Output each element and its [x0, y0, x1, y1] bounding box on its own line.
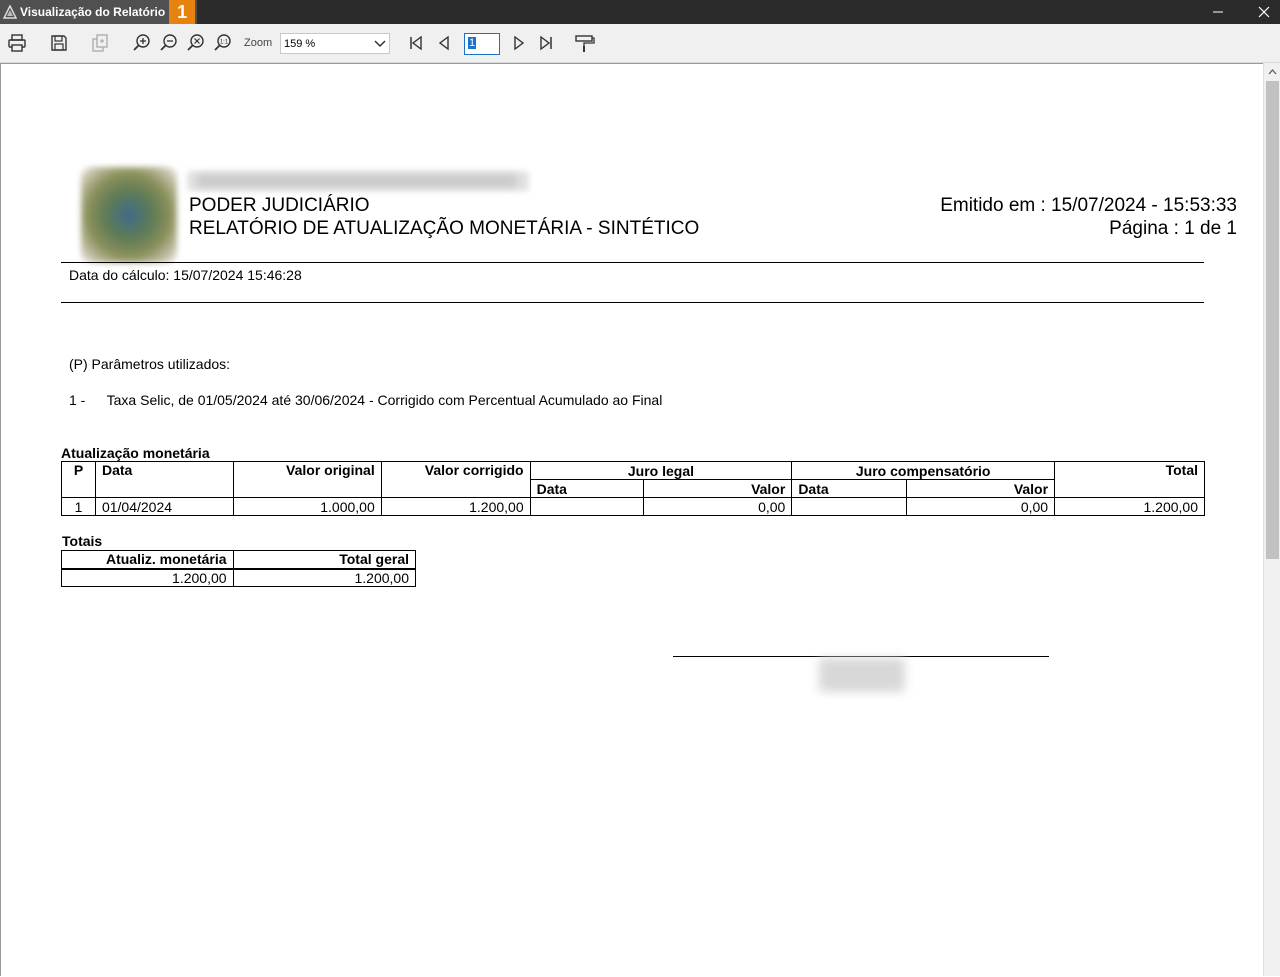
export-icon [92, 34, 108, 52]
print-button[interactable] [5, 31, 29, 55]
totais-title: Totais [62, 533, 103, 549]
window-title: Visualização do Relatório [20, 5, 166, 19]
vertical-scrollbar[interactable] [1263, 63, 1280, 976]
toolbar: 1:1 Zoom 159 % 1 [0, 24, 1280, 63]
col-header-p: P [61, 461, 96, 498]
title-badge: 1 [169, 0, 196, 24]
report-viewport[interactable]: PODER JUDICIÁRIO RELATÓRIO DE ATUALIZAÇÃ… [0, 63, 1264, 976]
report-emitted: Emitido em : 15/07/2024 - 15:53:33 [940, 195, 1237, 216]
page-number-input[interactable]: 1 [464, 33, 500, 55]
printer-icon [8, 34, 26, 52]
page-setup-button[interactable] [573, 31, 597, 55]
atualizacao-table: P Data Valor original Valor corrigido Ju… [61, 461, 1205, 516]
zoom-fit-icon [187, 34, 204, 51]
save-button[interactable] [47, 31, 71, 55]
last-page-icon [540, 35, 552, 51]
col-header-jc-valor: Valor [906, 479, 1056, 498]
cell-jl-data [529, 497, 645, 516]
close-button[interactable] [1248, 0, 1280, 24]
minimize-button[interactable] [1202, 0, 1234, 24]
title-bar: Visualização do Relatório 1 [0, 0, 1280, 24]
cell-jl-valor: 0,00 [643, 497, 793, 516]
svg-text:1:1: 1:1 [220, 40, 229, 46]
col-header-valor-original: Valor original [232, 461, 382, 498]
redacted-signature [819, 658, 905, 692]
chevron-down-icon[interactable] [371, 34, 389, 53]
zoom-out-icon [160, 34, 177, 51]
zoom-100-icon: 1:1 [214, 34, 231, 51]
zoom-select[interactable]: 159 % [280, 33, 390, 54]
col-header-data: Data [94, 461, 234, 498]
close-icon [1258, 6, 1270, 18]
paint-roller-icon [575, 35, 595, 52]
scroll-up-arrow-icon[interactable] [1264, 63, 1280, 80]
col-header-total: Total [1054, 461, 1205, 498]
table-row: 1 01/04/2024 1.000,00 1.200,00 0,00 0,00… [61, 497, 1205, 516]
params-title: (P) Parâmetros utilizados: [69, 356, 231, 372]
col-header-atualiz: Atualiz. monetária [61, 550, 234, 570]
signature-line [673, 656, 1049, 657]
totais-header-row: Atualiz. monetária Total geral [61, 550, 417, 570]
totais-row: 1.200,00 1.200,00 [61, 568, 417, 587]
export-button[interactable] [88, 31, 112, 55]
col-header-jc-data: Data [791, 479, 908, 498]
header-divider [61, 262, 1204, 263]
param-text: Taxa Selic, de 01/05/2024 até 30/06/2024… [106, 392, 663, 408]
cell-jc-valor: 0,00 [906, 497, 1056, 516]
param-number: 1 - [69, 392, 86, 408]
last-page-button[interactable] [534, 31, 558, 55]
cell-data: 01/04/2024 [94, 497, 234, 516]
cell-total: 1.200,00 [1054, 497, 1205, 516]
cell-valor-original: 1.000,00 [232, 497, 382, 516]
report-title: RELATÓRIO DE ATUALIZAÇÃO MONETÁRIA - SIN… [189, 218, 700, 239]
atualizacao-title: Atualização monetária [61, 445, 210, 461]
title-area: Visualização do Relatório 1 [0, 0, 198, 24]
table-header-row: P Data Valor original Valor corrigido Ju… [61, 461, 1205, 498]
zoom-in-button[interactable] [130, 31, 154, 55]
cell-valor-corrigido: 1.200,00 [380, 497, 531, 516]
section-divider [61, 302, 1204, 303]
coat-of-arms-logo [81, 167, 177, 263]
prev-page-button[interactable] [432, 31, 456, 55]
totais-table: Atualiz. monetária Total geral 1.200,00 … [61, 550, 417, 587]
col-header-total-geral: Total geral [232, 550, 417, 570]
first-page-button[interactable] [404, 31, 428, 55]
next-page-icon [514, 35, 525, 51]
first-page-icon [410, 35, 422, 51]
col-header-jl-data: Data [529, 479, 645, 498]
app-icon [2, 4, 18, 20]
col-header-valor-corrigido: Valor corrigido [380, 461, 531, 498]
calculation-date: Data do cálculo: 15/07/2024 15:46:28 [69, 267, 302, 283]
param-item: 1 - Taxa Selic, de 01/05/2024 até 30/06/… [69, 392, 662, 408]
report-page: PODER JUDICIÁRIO RELATÓRIO DE ATUALIZAÇÃ… [1, 64, 1265, 977]
zoom-value: 159 % [284, 37, 316, 50]
col-header-jl-valor: Valor [643, 479, 793, 498]
cell-jc-data [791, 497, 908, 516]
page-number-value: 1 [468, 37, 477, 49]
zoom-fit-button[interactable] [184, 31, 208, 55]
zoom-in-icon [133, 34, 150, 51]
report-org: PODER JUDICIÁRIO [189, 195, 370, 216]
scrollbar-thumb[interactable] [1266, 81, 1279, 559]
save-icon [51, 35, 67, 51]
col-header-juro-legal: Juro legal [529, 461, 793, 480]
cell-p: 1 [61, 497, 96, 516]
zoom-out-button[interactable] [157, 31, 181, 55]
prev-page-icon [438, 35, 449, 51]
cell-total-geral: 1.200,00 [232, 568, 417, 587]
zoom-label: Zoom [244, 37, 273, 49]
next-page-button[interactable] [507, 31, 531, 55]
zoom-actual-button[interactable]: 1:1 [211, 31, 235, 55]
cell-atualiz: 1.200,00 [61, 568, 234, 587]
report-page-count: Página : 1 de 1 [1109, 218, 1237, 239]
redacted-header-text [197, 175, 517, 187]
col-header-juro-compensatorio: Juro compensatório [791, 461, 1056, 480]
